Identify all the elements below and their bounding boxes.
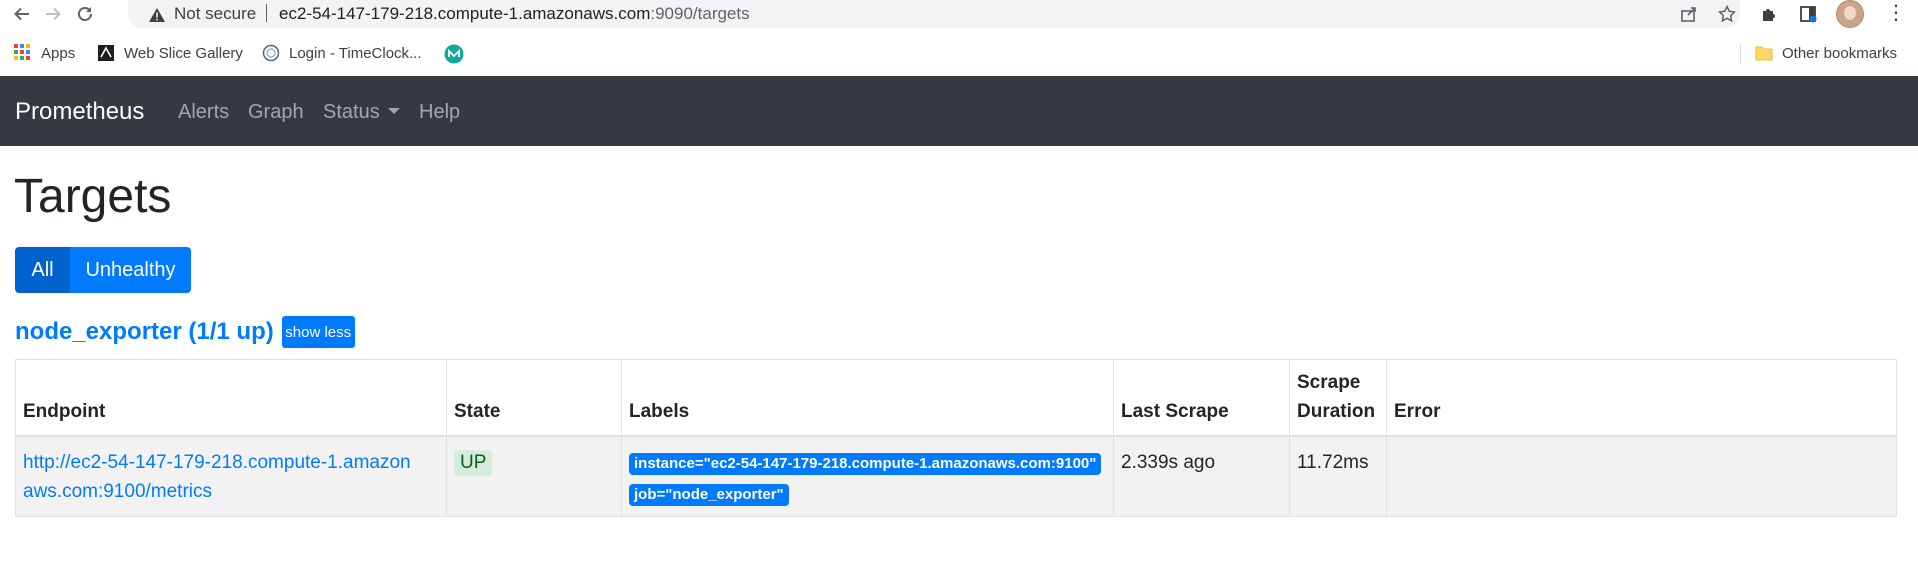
- header-scrape-duration: Scrape Duration: [1289, 359, 1387, 437]
- extensions-puzzle-icon[interactable]: [1758, 3, 1780, 25]
- globe-icon: [262, 44, 280, 62]
- reload-icon[interactable]: [73, 2, 97, 26]
- nav-status[interactable]: Status: [323, 101, 400, 124]
- bookmarks-divider: [1740, 44, 1741, 64]
- filter-unhealthy-button[interactable]: Unhealthy: [70, 247, 191, 293]
- header-scrape-duration-line2: Duration: [1297, 401, 1376, 422]
- job-header: node_exporter (1/1 up) show less: [15, 316, 355, 348]
- header-error: Error: [1386, 359, 1897, 437]
- state-cell: UP: [446, 435, 622, 517]
- forward-arrow-icon[interactable]: [41, 2, 65, 26]
- address-divider: [266, 4, 267, 22]
- header-scrape-duration-line1: Scrape: [1297, 372, 1361, 393]
- nav-status-label: Status: [323, 101, 380, 123]
- web-slice-icon: [97, 44, 115, 62]
- bookmark-timeclock[interactable]: Login - TimeClock...: [262, 44, 422, 62]
- header-endpoint: Endpoint: [15, 359, 447, 437]
- bookmark-apps[interactable]: Apps: [14, 44, 75, 62]
- browser-menu-icon[interactable]: ⋮: [1886, 2, 1906, 26]
- last-scrape-cell: 2.339s ago: [1113, 435, 1290, 517]
- bookmark-teal-logo[interactable]: [444, 44, 471, 64]
- label-badge-job: job="node_exporter": [629, 484, 789, 506]
- endpoint-line2: aws.com:9100/metrics: [23, 481, 213, 502]
- apps-grid-icon: [14, 44, 32, 62]
- browser-toolbar: Not secure ec2-54-147-179-218.compute-1.…: [0, 0, 1918, 28]
- profile-avatar[interactable]: [1836, 0, 1864, 28]
- filter-all-button[interactable]: All: [15, 247, 70, 293]
- state-badge: UP: [454, 450, 493, 476]
- endpoint-cell: http://ec2-54-147-179-218.compute-1.amaz…: [15, 435, 447, 517]
- side-panel-icon[interactable]: [1797, 3, 1819, 25]
- prometheus-navbar: Prometheus Alerts Graph Status Help: [0, 76, 1918, 146]
- bookmark-label: Other bookmarks: [1782, 44, 1898, 62]
- show-less-button[interactable]: show less: [281, 316, 355, 348]
- back-arrow-icon[interactable]: [10, 2, 34, 26]
- nav-alerts[interactable]: Alerts: [178, 101, 229, 124]
- label-badge-instance: instance="ec2-54-147-179-218.compute-1.a…: [629, 453, 1102, 475]
- target-filter-group: All Unhealthy: [15, 247, 191, 293]
- chevron-down-icon: [387, 107, 400, 114]
- table-row: http://ec2-54-147-179-218.compute-1.amaz…: [15, 435, 1897, 517]
- nav-graph[interactable]: Graph: [248, 101, 304, 124]
- brand-logo-text[interactable]: Prometheus: [15, 98, 144, 126]
- scrape-duration-cell: 11.72ms: [1289, 435, 1387, 517]
- star-bookmark-icon[interactable]: [1716, 3, 1738, 25]
- header-labels: Labels: [621, 359, 1114, 437]
- header-state: State: [446, 359, 622, 437]
- endpoint-line1: http://ec2-54-147-179-218.compute-1.amaz…: [23, 452, 411, 473]
- targets-table: Endpoint State Labels Last Scrape Scrape…: [15, 359, 1897, 517]
- address-bar[interactable]: Not secure ec2-54-147-179-218.compute-1.…: [128, 0, 1740, 28]
- share-icon[interactable]: [1678, 3, 1700, 25]
- warning-triangle-icon[interactable]: [146, 4, 168, 26]
- header-last-scrape: Last Scrape: [1113, 359, 1290, 437]
- teal-logo-icon: [444, 44, 464, 64]
- nav-help[interactable]: Help: [419, 101, 460, 124]
- table-header-row: Endpoint State Labels Last Scrape Scrape…: [15, 359, 1897, 437]
- security-status-text: Not secure: [174, 4, 257, 23]
- job-title-link[interactable]: node_exporter (1/1 up): [15, 318, 274, 346]
- bookmark-label: Apps: [41, 44, 76, 62]
- labels-cell: instance="ec2-54-147-179-218.compute-1.a…: [621, 435, 1114, 517]
- endpoint-link[interactable]: http://ec2-54-147-179-218.compute-1.amaz…: [23, 452, 411, 502]
- bookmark-web-slice-gallery[interactable]: Web Slice Gallery: [97, 44, 243, 62]
- url-text[interactable]: ec2-54-147-179-218.compute-1.amazonaws.c…: [279, 4, 750, 24]
- folder-icon: [1755, 44, 1773, 62]
- bookmark-label: Web Slice Gallery: [124, 44, 243, 62]
- bookmark-label: Login - TimeClock...: [289, 44, 422, 62]
- error-cell: [1386, 435, 1897, 517]
- url-path: :9090/targets: [650, 4, 750, 23]
- url-host: ec2-54-147-179-218.compute-1.amazonaws.c…: [279, 4, 651, 23]
- bookmark-other-bookmarks[interactable]: Other bookmarks: [1755, 44, 1897, 62]
- page-title: Targets: [14, 170, 172, 223]
